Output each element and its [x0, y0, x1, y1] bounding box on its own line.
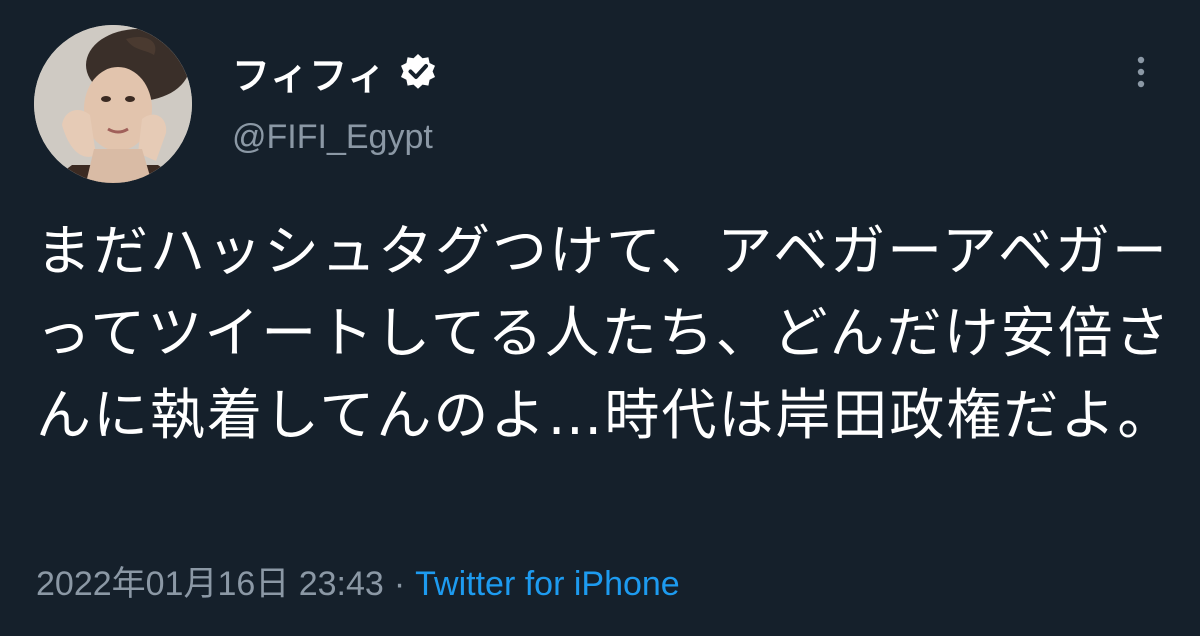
tweet-text: まだハッシュタグつけて、アベガーアベガーってツイートしてる人たち、どんだけ安倍さ… [36, 219, 1175, 447]
tweet-source-link[interactable]: Twitter for iPhone [415, 565, 680, 603]
tweet-card: フィフィ @FIFI_Egypt まだハッシュタグつけて、アベガーアベガーってツ… [0, 0, 1200, 636]
display-name-row: フィフィ [232, 44, 438, 100]
more-vertical-icon[interactable] [1126, 52, 1156, 96]
tweet-time[interactable]: 23:43 [299, 565, 384, 603]
meta-separator: · [393, 565, 406, 603]
tweet-metadata: 2022年01月16日 23:43 · Twitter for iPhone [36, 556, 680, 605]
tweet-date[interactable]: 2022年01月16日 [36, 565, 289, 603]
display-name[interactable]: フィフィ [232, 45, 386, 100]
verified-badge-icon [398, 52, 438, 92]
avatar[interactable] [34, 25, 192, 183]
user-handle[interactable]: @FIFI_Egypt [232, 118, 433, 157]
